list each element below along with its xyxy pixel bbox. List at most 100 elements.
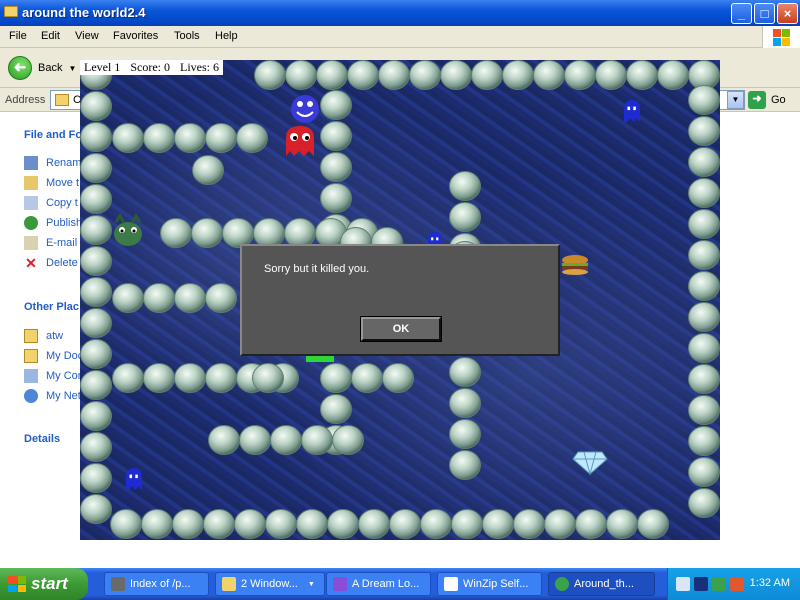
- boulder-wall: [112, 363, 144, 393]
- boulder-wall: [320, 183, 352, 213]
- task-label: Publish: [46, 217, 83, 229]
- task-delete[interactable]: ✕ Delete: [24, 255, 78, 271]
- place-my-computer[interactable]: My Com: [24, 368, 87, 384]
- task-label: E-mail: [46, 237, 78, 249]
- boulder-wall: [544, 509, 576, 539]
- boulder-wall: [688, 116, 720, 146]
- boulder-wall: [688, 178, 720, 208]
- boulder-wall: [688, 457, 720, 487]
- task-email[interactable]: E-mail: [24, 235, 77, 251]
- boulder-wall: [174, 283, 206, 313]
- publish-icon: [24, 216, 38, 230]
- folder-icon: [4, 6, 18, 17]
- taskbar-button-winzip[interactable]: WinZip Self...: [437, 572, 542, 596]
- boulder-wall: [347, 60, 379, 90]
- other-places-title[interactable]: Other Plac: [24, 301, 79, 313]
- task-rename[interactable]: Rename: [24, 155, 88, 171]
- boulder-wall: [449, 388, 481, 418]
- details-title[interactable]: Details: [24, 433, 60, 445]
- boulder-wall: [205, 123, 237, 153]
- boulder-wall: [449, 450, 481, 480]
- boulder-wall: [143, 283, 175, 313]
- go-button[interactable]: ➜ Go: [748, 91, 786, 109]
- place-label: My Net: [46, 390, 81, 402]
- boulder-wall: [320, 121, 352, 151]
- taskbar-button-windows[interactable]: 2 Window... ▼: [215, 572, 325, 596]
- boulder-wall: [80, 339, 112, 369]
- boulder-wall: [80, 153, 112, 183]
- chevron-down-icon[interactable]: ▼: [68, 64, 76, 73]
- boulder-wall: [378, 60, 410, 90]
- boulder-wall: [320, 152, 352, 182]
- taskbar-button-index[interactable]: Index of /p...: [104, 572, 209, 596]
- boulder-wall: [112, 283, 144, 313]
- boulder-wall: [513, 509, 545, 539]
- boulder-wall: [254, 60, 286, 90]
- boulder-wall: [440, 60, 472, 90]
- rename-icon: [24, 156, 38, 170]
- maximize-button[interactable]: □: [754, 3, 775, 24]
- boulder-wall: [482, 509, 514, 539]
- menu-tools[interactable]: Tools: [174, 30, 200, 42]
- file-tasks-title[interactable]: File and Fo: [24, 129, 82, 141]
- minimize-button[interactable]: _: [731, 3, 752, 24]
- network-icon: [24, 389, 38, 403]
- menu-view[interactable]: View: [75, 30, 99, 42]
- task-copy[interactable]: Copy t: [24, 195, 78, 211]
- boulder-wall: [80, 401, 112, 431]
- display-icon[interactable]: [694, 577, 708, 591]
- start-button[interactable]: start: [0, 568, 88, 600]
- boulder-wall: [382, 363, 414, 393]
- boulder-wall: [80, 370, 112, 400]
- volume-icon[interactable]: [730, 577, 744, 591]
- task-publish[interactable]: Publish: [24, 215, 82, 231]
- boulder-wall: [575, 509, 607, 539]
- boulder-wall: [112, 123, 144, 153]
- task-label: 2 Window...: [241, 578, 298, 590]
- monitor-icon[interactable]: [676, 577, 690, 591]
- go-arrow-icon: ➜: [748, 91, 766, 109]
- task-label: Around_th...: [574, 578, 634, 590]
- address-dropdown-button[interactable]: ▼: [727, 91, 744, 109]
- computer-icon: [24, 369, 38, 383]
- network-icon[interactable]: [712, 577, 726, 591]
- boulder-wall: [688, 85, 720, 115]
- level-readout: Level 1: [84, 60, 121, 74]
- boulder-wall: [471, 60, 503, 90]
- menu-favorites[interactable]: Favorites: [113, 30, 158, 42]
- boulder-wall: [626, 60, 658, 90]
- green-monster-sprite: [114, 213, 142, 246]
- boulder-wall: [301, 425, 333, 455]
- place-my-documents[interactable]: My Doc: [24, 348, 83, 364]
- boulder-wall: [316, 60, 348, 90]
- taskbar-button-dream[interactable]: A Dream Lo...: [326, 572, 431, 596]
- task-move[interactable]: Move t: [24, 175, 79, 191]
- menu-edit[interactable]: Edit: [41, 30, 60, 42]
- taskbar-button-around[interactable]: Around_th...: [548, 572, 655, 596]
- menu-bar: File Edit View Favorites Tools Help: [0, 26, 800, 48]
- boulder-wall: [203, 509, 235, 539]
- boulder-wall: [234, 509, 266, 539]
- place-my-network[interactable]: My Net: [24, 388, 81, 404]
- task-pane: File and Fo Rename Move t Copy t Publish…: [0, 112, 88, 567]
- blue-ghost-sprite: [624, 100, 640, 122]
- folder-icon: [24, 329, 38, 343]
- diamond-sprite: [572, 451, 608, 476]
- boulder-wall: [239, 425, 271, 455]
- boulder-wall: [320, 363, 352, 393]
- boulder-wall: [80, 184, 112, 214]
- boulder-wall: [688, 147, 720, 177]
- boulder-wall: [564, 60, 596, 90]
- ok-button[interactable]: OK: [360, 316, 442, 342]
- boulder-wall: [449, 419, 481, 449]
- menu-help[interactable]: Help: [215, 30, 238, 42]
- boulder-wall: [637, 509, 669, 539]
- boulder-wall: [80, 277, 112, 307]
- go-label: Go: [771, 94, 786, 106]
- red-ghost-sprite: [286, 126, 314, 156]
- boulder-wall: [80, 91, 112, 121]
- menu-file[interactable]: File: [9, 30, 27, 42]
- place-atw[interactable]: atw: [24, 328, 63, 344]
- close-button[interactable]: ×: [777, 3, 798, 24]
- back-button[interactable]: ➜ Back ▼: [8, 56, 76, 80]
